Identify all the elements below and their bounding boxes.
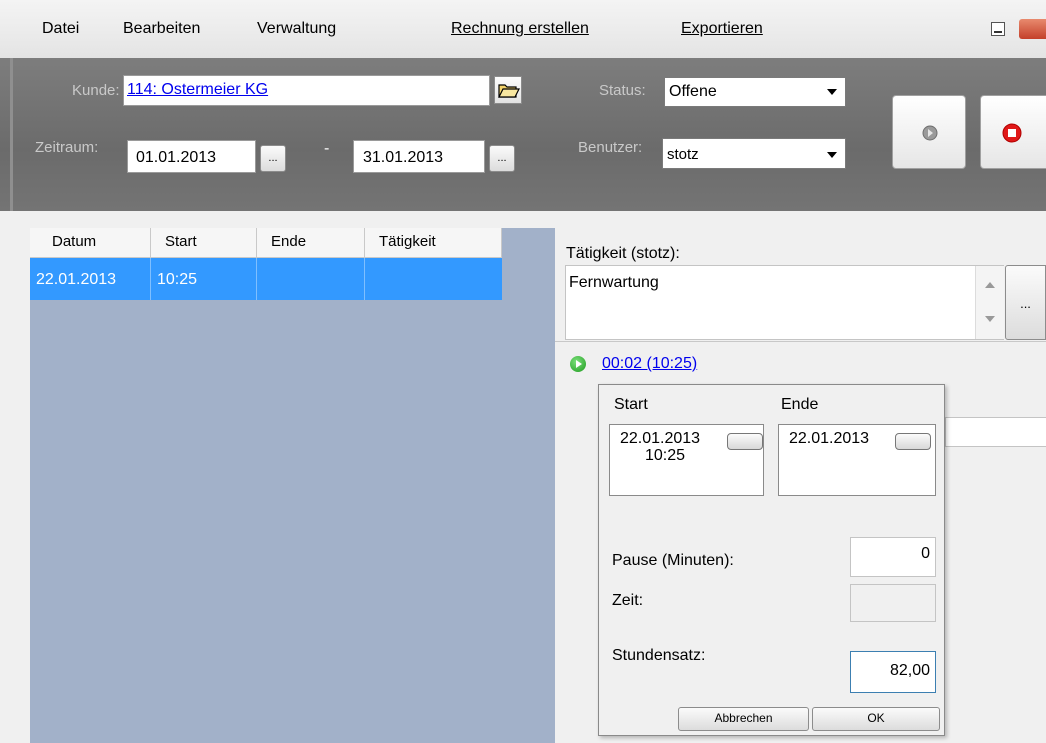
scroll-up-icon[interactable] bbox=[985, 282, 995, 288]
scroll-down-icon[interactable] bbox=[985, 316, 995, 322]
activity-more-button[interactable]: ... bbox=[1005, 265, 1046, 340]
menu-datei[interactable]: Datei bbox=[42, 20, 79, 38]
pause-label: Pause (Minuten): bbox=[612, 552, 734, 569]
kunde-field[interactable]: 114: Ostermeier KG bbox=[123, 75, 490, 106]
pause-input[interactable]: 0 bbox=[850, 537, 936, 577]
date-separator: - bbox=[324, 140, 330, 157]
table-cell-start[interactable]: 10:25 bbox=[151, 258, 257, 300]
open-folder-icon bbox=[498, 84, 520, 98]
zeit-field bbox=[850, 584, 936, 622]
start-date-text: 22.01.2013 bbox=[620, 430, 701, 447]
stop-button[interactable] bbox=[980, 95, 1046, 169]
chevron-down-icon bbox=[827, 89, 837, 95]
menu-rechnung-erstellen[interactable]: Rechnung erstellen bbox=[451, 20, 589, 38]
date-to-field[interactable]: 31.01.2013 bbox=[353, 140, 485, 173]
play-button[interactable] bbox=[892, 95, 966, 169]
stundensatz-label: Stundensatz: bbox=[612, 647, 706, 664]
column-header-start[interactable]: Start bbox=[151, 228, 257, 258]
menu-bearbeiten[interactable]: Bearbeiten bbox=[123, 20, 200, 38]
timer-running-icon bbox=[570, 356, 586, 372]
column-header-ende[interactable]: Ende bbox=[257, 228, 365, 258]
date-from-field[interactable]: 01.01.2013 bbox=[127, 140, 256, 173]
time-entry-grid bbox=[30, 228, 555, 743]
zeit-label: Zeit: bbox=[612, 592, 644, 609]
status-value: Offene bbox=[669, 83, 717, 100]
stundensatz-input[interactable]: 82,00 bbox=[850, 651, 936, 693]
column-header-datum[interactable]: Datum bbox=[30, 228, 151, 258]
zeitraum-label: Zeitraum: bbox=[35, 139, 99, 156]
benutzer-label: Benutzer: bbox=[578, 139, 643, 156]
play-icon bbox=[922, 125, 938, 141]
date-to-picker-button[interactable]: ... bbox=[489, 145, 515, 172]
date-from-picker-button[interactable]: ... bbox=[260, 145, 286, 172]
minimize-icon[interactable] bbox=[991, 22, 1005, 36]
status-select[interactable]: Offene bbox=[664, 77, 846, 107]
timer-link[interactable]: 00:02 (10:25) bbox=[602, 355, 697, 373]
menu-exportieren[interactable]: Exportieren bbox=[681, 20, 763, 38]
chevron-down-icon bbox=[827, 152, 837, 158]
menu-verwaltung[interactable]: Verwaltung bbox=[257, 20, 336, 38]
popup-start-label: Start bbox=[614, 396, 648, 413]
column-header-taetigkeit[interactable]: Tätigkeit bbox=[365, 228, 502, 258]
end-datetime-box[interactable]: 22.01.2013 bbox=[778, 424, 936, 496]
start-datetime-box[interactable]: 22.01.2013 10:25 bbox=[609, 424, 764, 496]
table-cell-taetigkeit[interactable] bbox=[365, 258, 502, 300]
activity-text: Fernwartung bbox=[569, 274, 659, 291]
activity-scrollbar[interactable] bbox=[975, 266, 1004, 339]
close-icon[interactable] bbox=[1019, 19, 1046, 39]
menu-bar: Datei Bearbeiten Verwaltung Rechnung ers… bbox=[0, 0, 1046, 59]
table-cell-datum[interactable]: 22.01.2013 bbox=[30, 258, 151, 300]
open-folder-button[interactable] bbox=[494, 76, 522, 104]
benutzer-select[interactable]: stotz bbox=[662, 138, 846, 169]
kunde-link[interactable]: 114: Ostermeier KG bbox=[127, 81, 268, 98]
end-date-text: 22.01.2013 bbox=[789, 430, 870, 447]
kunde-label: Kunde: bbox=[72, 82, 120, 99]
end-date-picker-button[interactable] bbox=[895, 433, 931, 450]
hidden-field[interactable] bbox=[945, 417, 1046, 447]
activity-textarea[interactable]: Fernwartung bbox=[565, 265, 1004, 340]
status-label: Status: bbox=[599, 82, 646, 99]
cancel-button[interactable]: Abbrechen bbox=[678, 707, 809, 731]
ok-button[interactable]: OK bbox=[812, 707, 940, 731]
benutzer-value: stotz bbox=[667, 146, 699, 163]
table-cell-ende[interactable] bbox=[257, 258, 365, 300]
stop-icon bbox=[1002, 123, 1022, 143]
start-date-picker-button[interactable] bbox=[727, 433, 763, 450]
activity-label: Tätigkeit (stotz): bbox=[566, 245, 680, 262]
start-time-text: 10:25 bbox=[645, 447, 686, 464]
popup-ende-label: Ende bbox=[781, 396, 819, 413]
